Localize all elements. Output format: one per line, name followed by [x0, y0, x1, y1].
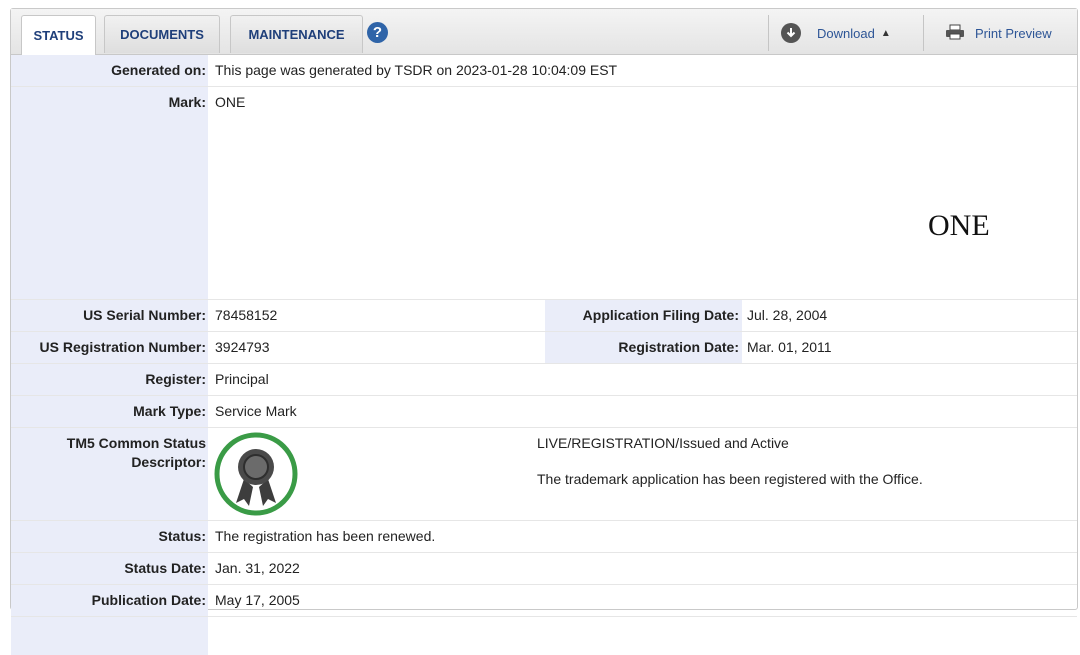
caret-up-icon: ▲ — [880, 27, 891, 39]
download-button[interactable]: Download ▲ — [781, 21, 891, 45]
status-panel: STATUS DOCUMENTS MAINTENANCE ? Download … — [10, 8, 1078, 655]
row-tm5: TM5 Common Status Descriptor: LIVE/REGIS… — [11, 428, 1077, 521]
status-content: Generated on: This page was generated by… — [11, 55, 1077, 655]
serial-value: 78458152 — [215, 307, 278, 323]
register-label: Register: — [145, 371, 206, 387]
tab-status[interactable]: STATUS — [21, 15, 96, 55]
filing-date-label: Application Filing Date: — [582, 307, 739, 323]
row-registration: US Registration Number: 3924793 Registra… — [11, 332, 1077, 364]
register-value: Principal — [215, 371, 269, 387]
mark-value: ONE — [215, 94, 246, 110]
status-date-value: Jan. 31, 2022 — [215, 560, 300, 576]
toolbar-divider — [768, 15, 769, 51]
row-status-date: Status Date: Jan. 31, 2022 — [11, 553, 1077, 585]
registered-ribbon-icon — [213, 431, 299, 520]
row-register: Register: Principal — [11, 364, 1077, 396]
print-preview-label: Print Preview — [975, 25, 1052, 41]
download-label: Download — [817, 25, 875, 41]
registration-number-value: 3924793 — [215, 339, 270, 355]
tm5-label-line1: TM5 Common Status — [66, 435, 206, 451]
status-value: The registration has been renewed. — [215, 528, 436, 544]
row-generated-on: Generated on: This page was generated by… — [11, 55, 1077, 87]
toolbar-divider — [923, 15, 924, 51]
status-date-label: Status Date: — [124, 560, 206, 576]
help-icon[interactable]: ? — [367, 22, 388, 43]
mark-label: Mark: — [168, 94, 206, 110]
registration-number-label: US Registration Number: — [39, 339, 206, 355]
row-status: Status: The registration has been renewe… — [11, 521, 1077, 553]
tab-bar: STATUS DOCUMENTS MAINTENANCE ? Download … — [11, 9, 1077, 55]
generated-on-value: This page was generated by TSDR on 2023-… — [215, 62, 618, 78]
status-label: Status: — [158, 528, 206, 544]
serial-label: US Serial Number: — [83, 307, 206, 323]
row-serial: US Serial Number: 78458152 Application F… — [11, 300, 1077, 332]
print-preview-button[interactable]: Print Preview — [945, 21, 1052, 45]
row-mark-type: Mark Type: Service Mark — [11, 396, 1077, 428]
row-mark: Mark: ONE ONE — [11, 87, 1077, 300]
mark-image: ONE — [928, 209, 990, 242]
publication-date-label: Publication Date: — [91, 592, 206, 608]
tm5-description: The trademark application has been regis… — [537, 471, 923, 487]
tab-documents[interactable]: DOCUMENTS — [104, 15, 220, 53]
mark-type-label: Mark Type: — [133, 403, 206, 419]
printer-icon — [945, 24, 965, 43]
filing-date-value: Jul. 28, 2004 — [747, 307, 828, 323]
mark-type-value: Service Mark — [215, 403, 297, 419]
generated-on-label: Generated on: — [111, 62, 206, 78]
row-publication-date: Publication Date: May 17, 2005 — [11, 585, 1077, 617]
registration-date-label: Registration Date: — [618, 339, 739, 355]
publication-date-value: May 17, 2005 — [215, 592, 300, 608]
tab-maintenance[interactable]: MAINTENANCE — [230, 15, 363, 53]
registration-date-value: Mar. 01, 2011 — [747, 339, 832, 355]
tm5-label-line2: Descriptor: — [131, 454, 206, 470]
tm5-status-code: LIVE/REGISTRATION/Issued and Active — [537, 435, 789, 451]
download-icon — [781, 23, 801, 43]
